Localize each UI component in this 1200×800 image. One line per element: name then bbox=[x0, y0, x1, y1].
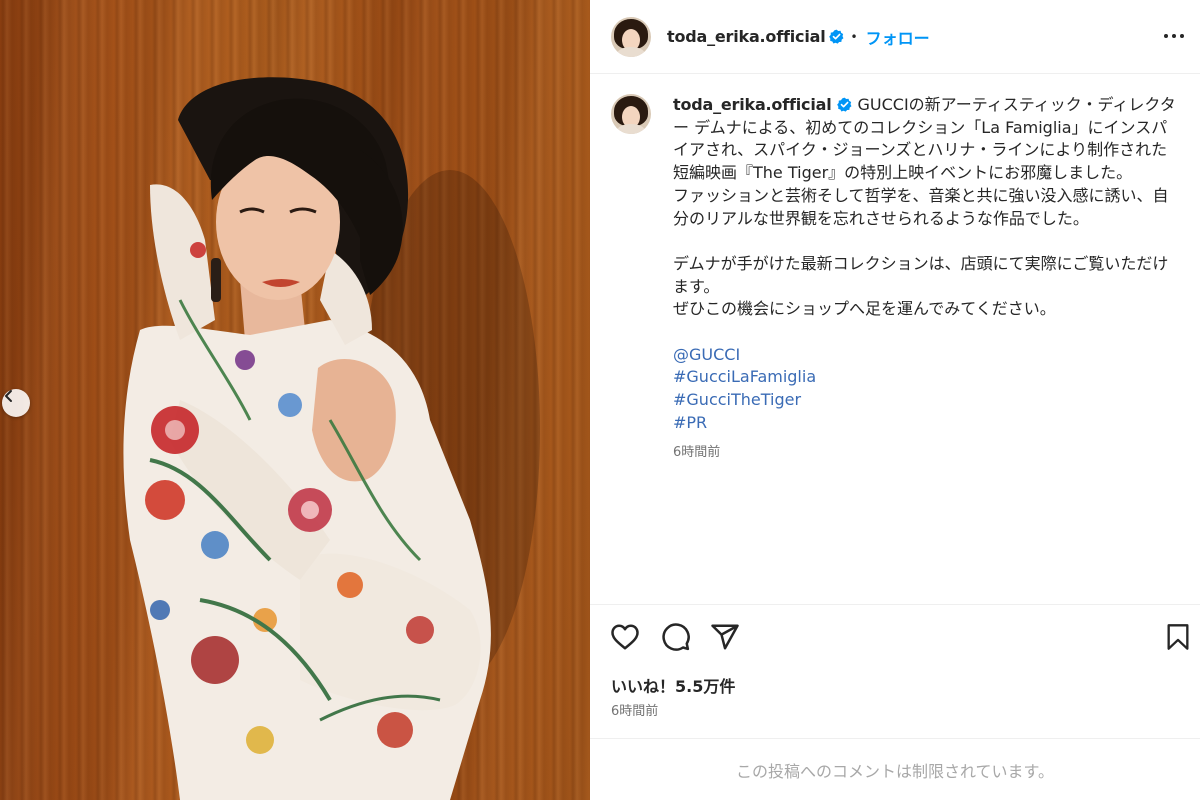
more-options-icon[interactable] bbox=[1162, 26, 1186, 46]
caption-paragraph-3: デムナが手がけた最新コレクションは、店頭にて実際にご覧いただけます。 bbox=[673, 253, 1169, 296]
caption-avatar[interactable] bbox=[611, 94, 651, 134]
header-username[interactable]: toda_erika.official bbox=[667, 27, 826, 46]
avatar[interactable] bbox=[611, 16, 651, 57]
heart-icon[interactable] bbox=[610, 622, 640, 652]
mention-gucci[interactable]: @GUCCI bbox=[673, 344, 1181, 367]
caption-paragraph-2: ファッションと芸術そして哲学を、音楽と共に強い没入感に誘い、自分のリアルな世界観… bbox=[673, 185, 1169, 228]
post-side-panel: toda_erika.official • フォロー toda_erika.of… bbox=[590, 0, 1200, 800]
previous-image-button[interactable] bbox=[2, 389, 30, 417]
like-count[interactable]: いいね！5.5万件 bbox=[611, 673, 735, 697]
hashtag-guccilafamiglia[interactable]: #GucciLaFamiglia bbox=[673, 366, 1181, 389]
verified-badge-icon bbox=[829, 29, 844, 44]
post-header: toda_erika.official • フォロー bbox=[590, 0, 1200, 74]
hashtag-pr[interactable]: #PR bbox=[673, 412, 1181, 435]
hashtag-guccithetiger[interactable]: #GucciTheTiger bbox=[673, 389, 1181, 412]
follow-button[interactable]: フォロー bbox=[866, 25, 930, 49]
verified-badge-icon bbox=[837, 97, 852, 112]
bookmark-icon[interactable] bbox=[1164, 622, 1192, 652]
caption-timestamp[interactable]: 6時間前 bbox=[673, 442, 1181, 465]
post-photo-illustration bbox=[123, 77, 540, 800]
caption-username[interactable]: toda_erika.official bbox=[673, 95, 832, 114]
comments-restricted-notice: この投稿へのコメントは制限されています。 bbox=[590, 738, 1200, 800]
chevron-left-icon bbox=[5, 390, 12, 402]
separator-dot: • bbox=[850, 29, 858, 44]
share-icon[interactable] bbox=[710, 622, 740, 652]
caption-paragraph-4: ぜひこの機会にショップへ足を運んでみてください。 bbox=[673, 299, 1056, 319]
caption-body: toda_erika.official GUCCIの新アーティスティック・ディレ… bbox=[673, 94, 1181, 464]
caption-paragraph-1: toda_erika.official GUCCIの新アーティスティック・ディレ… bbox=[673, 94, 1181, 185]
post-timestamp[interactable]: 6時間前 bbox=[611, 700, 658, 719]
comment-icon[interactable] bbox=[661, 622, 691, 652]
action-bar: いいね！5.5万件 6時間前 bbox=[590, 604, 1200, 734]
post-image[interactable] bbox=[0, 0, 590, 800]
